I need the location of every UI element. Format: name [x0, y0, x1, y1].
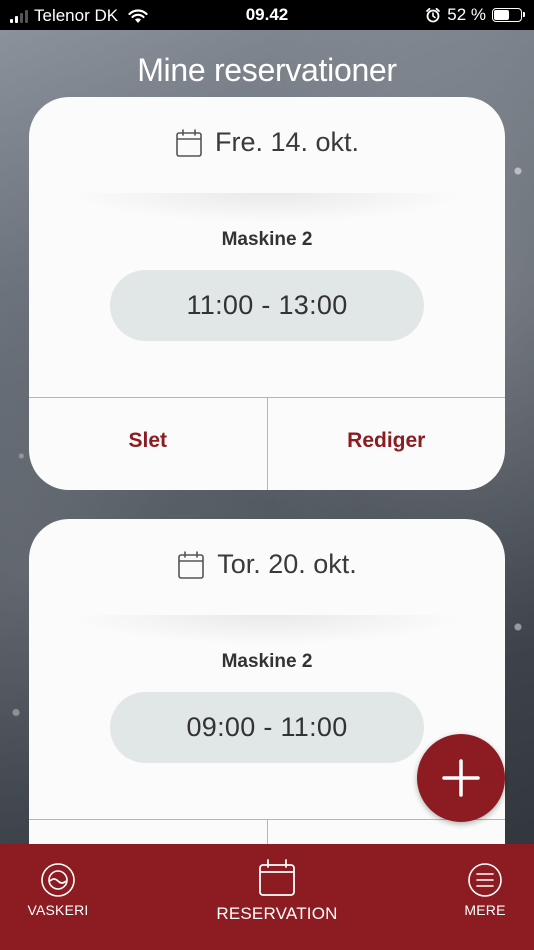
- reservation-card: Fre. 14. okt. Maskine 2 11:00 - 13:00 Sl…: [29, 97, 505, 490]
- divider-shadow: [69, 615, 465, 645]
- page-title: Mine reservationer: [137, 52, 397, 88]
- calendar-icon: [176, 128, 202, 157]
- reservation-date-label: Fre. 14. okt.: [214, 127, 360, 157]
- nav-item-vaskeri[interactable]: VASKERI: [20, 844, 96, 950]
- battery-icon: [492, 8, 525, 22]
- nav-label-reservation: RESERVATION: [216, 904, 338, 923]
- reservation-date: Fre. 14. okt.: [29, 127, 505, 158]
- time-slot: 09:00 - 11:00: [110, 692, 424, 763]
- calendar-icon: [178, 550, 205, 579]
- nav-label-mere: MERE: [464, 902, 506, 918]
- menu-icon: [468, 863, 502, 897]
- nav-item-mere[interactable]: MERE: [450, 844, 520, 950]
- machine-label: Maskine 2: [221, 651, 313, 672]
- nav-item-reservation[interactable]: RESERVATION: [207, 844, 347, 950]
- washing-machine-icon: [41, 863, 75, 897]
- bottom-nav: VASKERI RESERVATION MERE: [0, 844, 534, 950]
- alarm-icon: [426, 7, 441, 23]
- reservation-date: Tor. 20. okt.: [29, 549, 505, 580]
- time-slot: 11:00 - 13:00: [110, 270, 424, 341]
- add-reservation-button[interactable]: [417, 734, 505, 822]
- delete-button[interactable]: Slet: [29, 398, 267, 490]
- reservation-actions: Slet Rediger: [29, 397, 505, 490]
- plus-icon: [442, 759, 480, 797]
- divider-shadow: [69, 193, 465, 223]
- status-bar: Telenor DK 09.42 52 %: [0, 0, 534, 30]
- reservation-date-label: Tor. 20. okt.: [217, 549, 357, 579]
- battery-percent: 52 %: [447, 5, 486, 24]
- edit-button[interactable]: Rediger: [266, 398, 506, 490]
- machine-label: Maskine 2: [221, 229, 313, 250]
- status-bar-right: 52 %: [425, 5, 525, 25]
- nav-label-vaskeri: VASKERI: [27, 902, 89, 918]
- calendar-icon: [259, 859, 295, 896]
